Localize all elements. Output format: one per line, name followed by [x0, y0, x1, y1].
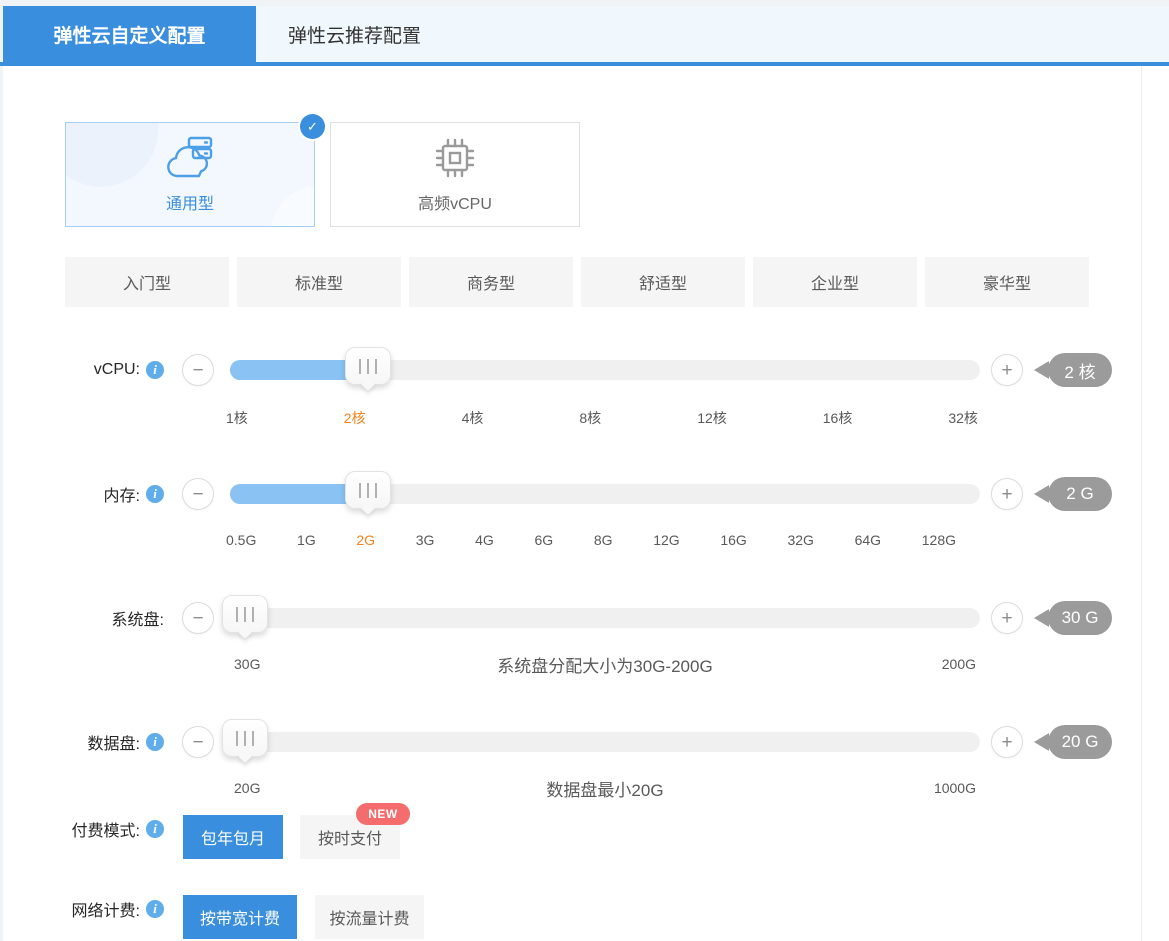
tick-label: 8G — [593, 532, 613, 548]
network-option-bandwidth[interactable]: 按带宽计费 — [183, 895, 297, 939]
tick-label: 1G — [297, 532, 316, 548]
preset-button[interactable]: 商务型 — [409, 257, 573, 307]
cloud-server-icon — [165, 135, 215, 181]
payment-mode-label: 付费模式: — [71, 823, 140, 840]
value-badge: 30 G — [1048, 601, 1112, 635]
decrease-button[interactable] — [182, 726, 214, 758]
preset-button[interactable]: 入门型 — [65, 257, 229, 307]
tab[interactable]: 弹性云自定义配置 — [3, 6, 256, 62]
tick-label: 4核 — [461, 410, 484, 426]
grip-icon — [236, 730, 254, 746]
preset-button[interactable]: 标准型 — [237, 257, 401, 307]
tick-label: 0.5G — [226, 532, 257, 548]
slider-handle[interactable] — [345, 471, 391, 509]
tick-label: 8核 — [579, 410, 602, 426]
memory-label: 内存: — [103, 488, 140, 505]
data-disk-label: 数据盘: — [87, 736, 140, 753]
tick-label: 6G — [534, 532, 554, 548]
card-label: 高频vCPU — [418, 196, 492, 213]
tick-label: 32核 — [948, 410, 978, 426]
info-icon[interactable] — [146, 361, 164, 379]
slider-handle[interactable] — [345, 347, 391, 385]
info-icon[interactable] — [146, 900, 164, 918]
slider-handle[interactable] — [222, 719, 268, 757]
tick-label: 3G — [415, 532, 435, 548]
tick-label: 16核 — [822, 410, 853, 426]
tick-label: 4G — [475, 532, 494, 548]
tick-label: 2核 — [343, 410, 366, 426]
increase-button[interactable] — [991, 354, 1023, 386]
content-right-divider — [1141, 66, 1142, 941]
payment-option-yearly[interactable]: 包年包月 — [183, 815, 283, 859]
tick-label: 128G — [921, 532, 956, 548]
info-icon[interactable] — [146, 485, 164, 503]
network-option-traffic[interactable]: 按流量计费 — [315, 895, 424, 939]
tick-label: 32G — [787, 532, 814, 548]
slider-handle[interactable] — [222, 595, 268, 633]
max-label: 200G — [941, 656, 976, 672]
tick-label: 2G — [356, 532, 376, 548]
min-label: 20G — [234, 780, 261, 796]
slider-track[interactable]: 30G 系统盘分配大小为30G-200G 200G — [222, 595, 980, 676]
cpu-chip-icon — [432, 135, 478, 181]
increase-button[interactable] — [991, 602, 1023, 634]
increase-button[interactable] — [991, 726, 1023, 758]
value-badge: 20 G — [1048, 725, 1112, 759]
value-badge: 2 G — [1048, 477, 1112, 511]
tick-label: 64G — [854, 532, 882, 548]
elastic-cloud-config-page: 弹性云自定义配置弹性云推荐配置 通用型 高频 — [0, 0, 1169, 941]
slider-track[interactable]: 20G 数据盘最小20G 1000G — [222, 719, 980, 800]
vcpu-tick-labels: 1核 2核 4核 8核 12核 16核 32核 — [226, 408, 978, 428]
max-label: 1000G — [933, 780, 976, 796]
tick-label: 16G — [720, 532, 747, 548]
preset-button[interactable]: 企业型 — [753, 257, 917, 307]
network-billing-label: 网络计费: — [71, 903, 140, 920]
preset-button[interactable]: 舒适型 — [581, 257, 745, 307]
new-badge: NEW — [356, 803, 410, 825]
slider-track[interactable]: 0.5G 1G 2G 3G 4G 6G 8G 12G 16G 32G 64G 128G — [226, 471, 980, 548]
card-high-freq-vcpu[interactable]: 高频vCPU — [330, 122, 580, 227]
min-label: 30G — [234, 656, 261, 672]
range-hint: 系统盘分配大小为30G-200G — [497, 657, 713, 676]
tick-label: 1核 — [226, 410, 248, 426]
slider-track[interactable]: 1核 2核 4核 8核 12核 16核 32核 — [226, 347, 980, 426]
system-disk-tick-labels: 30G 系统盘分配大小为30G-200G 200G — [230, 656, 980, 678]
decrease-button[interactable] — [182, 354, 214, 386]
system-disk-label: 系统盘: — [111, 612, 164, 629]
data-disk-tick-labels: 20G 数据盘最小20G 1000G — [230, 780, 980, 802]
range-hint: 数据盘最小20G — [546, 781, 664, 800]
grip-icon — [359, 482, 377, 498]
value-badge: 2 核 — [1048, 353, 1112, 387]
info-icon[interactable] — [146, 820, 164, 838]
grip-icon — [236, 606, 254, 622]
grip-icon — [359, 358, 377, 374]
increase-button[interactable] — [991, 478, 1023, 510]
selected-check-icon — [300, 114, 325, 139]
tab[interactable]: 弹性云推荐配置 — [256, 6, 453, 62]
tab-underline — [0, 62, 1169, 66]
tab-bar: 弹性云自定义配置 弹性云推荐配置 — [3, 6, 1169, 62]
vcpu-label: vCPU: — [93, 361, 140, 378]
left-edge-strip — [0, 0, 3, 941]
memory-tick-labels: 0.5G 1G 2G 3G 4G 6G 8G 12G 16G 32G 64G 128G — [226, 532, 956, 548]
preset-row: 入门型 标准型 商务型 舒适型 企业型 豪华型 — [65, 257, 1089, 307]
card-label: 通用型 — [165, 196, 214, 213]
preset-button[interactable]: 豪华型 — [925, 257, 1089, 307]
decrease-button[interactable] — [182, 478, 214, 510]
decrease-button[interactable] — [182, 602, 214, 634]
tick-label: 12G — [653, 532, 680, 548]
info-icon[interactable] — [146, 733, 164, 751]
tick-label: 12核 — [697, 410, 727, 426]
card-general-type[interactable]: 通用型 — [65, 122, 315, 227]
